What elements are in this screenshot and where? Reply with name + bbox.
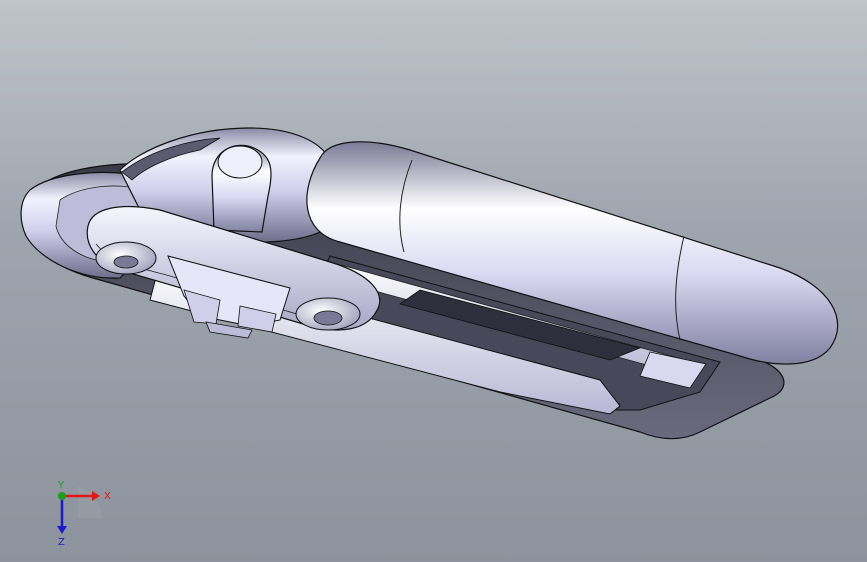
3d-model[interactable] — [0, 0, 867, 562]
elbow-pipe-opening — [217, 145, 263, 179]
eyelet-right-hole — [313, 310, 343, 326]
x-axis-label: X — [104, 491, 111, 502]
z-axis-label: Z — [58, 537, 65, 548]
z-axis-arrowhead — [57, 526, 67, 534]
y-axis-dot — [58, 492, 66, 500]
graphics-viewport[interactable]: X Y Z — [0, 0, 867, 562]
y-axis-label: Y — [57, 480, 65, 491]
eyelet-left-hole — [113, 255, 139, 269]
coordinate-triad: X Y Z — [57, 480, 111, 548]
triad-shadow — [78, 486, 102, 518]
